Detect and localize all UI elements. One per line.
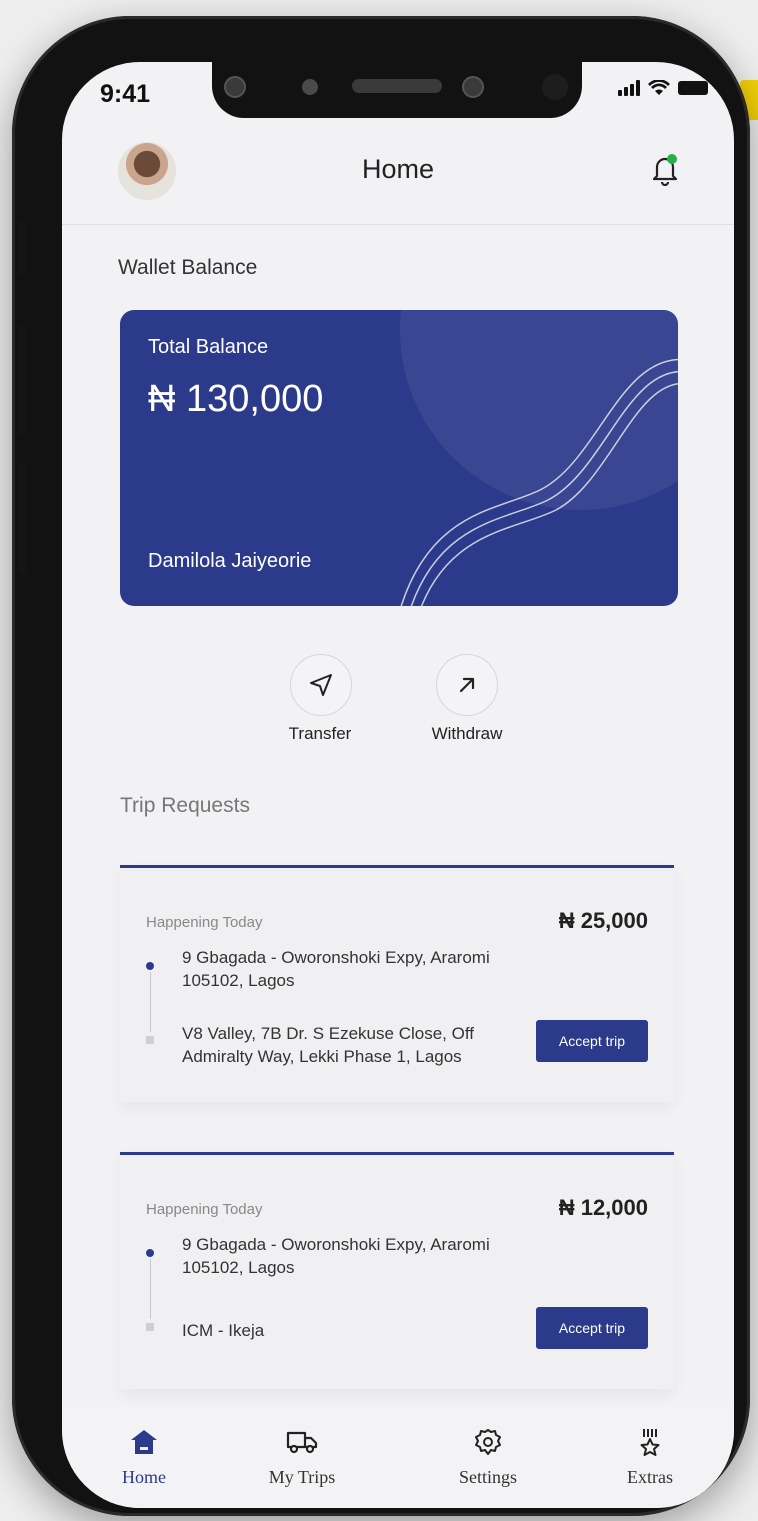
wifi-icon xyxy=(648,80,670,95)
pickup-address: 9 Gbagada - Oworonshoki Expy, Araromi 10… xyxy=(182,1235,490,1277)
trip-time: Happening Today xyxy=(146,914,263,931)
transfer-button[interactable] xyxy=(290,654,352,716)
card-wave-decoration xyxy=(400,358,678,606)
pickup-dot-icon xyxy=(146,962,154,970)
nav-item-my-trips[interactable]: My Trips xyxy=(242,1427,362,1488)
battery-icon xyxy=(678,81,708,95)
send-icon xyxy=(310,674,332,696)
status-icons xyxy=(618,80,708,96)
proximity-sensor-icon xyxy=(302,79,318,95)
volume-up-button xyxy=(18,326,26,436)
signal-icon xyxy=(618,80,640,96)
nav-item-extras[interactable]: Extras xyxy=(590,1427,710,1488)
notch xyxy=(212,62,582,118)
dropoff-address: ICM - Ikeja xyxy=(182,1321,265,1340)
trip-card[interactable]: Happening Today ₦ 12,000 9 Gbagada - Owo… xyxy=(120,1152,674,1389)
app-header: Home xyxy=(62,132,734,225)
dropoff-square-icon xyxy=(146,1323,154,1331)
notification-badge xyxy=(667,154,677,164)
sensor-icon xyxy=(224,76,246,98)
nav-label: Extras xyxy=(627,1467,673,1487)
arrow-up-right-icon xyxy=(459,677,475,693)
trips-section-label: Trip Requests xyxy=(120,794,250,817)
front-camera-icon xyxy=(462,76,484,98)
balance-card: Total Balance ₦ 130,000 Damilola Jaiyeor… xyxy=(120,310,678,606)
nav-label: Settings xyxy=(458,1467,517,1487)
trip-card[interactable]: Happening Today ₦ 25,000 9 Gbagada - Owo… xyxy=(120,865,674,1102)
card-label: Total Balance xyxy=(148,336,269,358)
medal-icon xyxy=(640,1429,660,1456)
dropoff-address: V8 Valley, 7B Dr. S Ezekuse Close, Off A… xyxy=(182,1024,474,1066)
withdraw-label: Withdraw xyxy=(431,724,503,743)
dropoff-square-icon xyxy=(146,1036,154,1044)
status-time: 9:41 xyxy=(100,80,151,108)
home-icon xyxy=(131,1430,157,1454)
trip-price: ₦ 12,000 xyxy=(558,1195,648,1220)
mute-switch xyxy=(18,220,26,276)
accept-trip-button[interactable]: Accept trip xyxy=(536,1020,648,1062)
page-title: Home xyxy=(361,154,435,184)
route-line xyxy=(150,972,151,1032)
volume-down-button xyxy=(18,464,26,574)
nav-label: Home xyxy=(122,1467,166,1487)
transfer-label: Transfer xyxy=(288,724,352,743)
withdraw-button[interactable] xyxy=(436,654,498,716)
phone-frame: 9:41 Home Wallet Balance Total Balance ₦… xyxy=(12,16,750,1516)
bottom-nav: Home My Trips Settings Extras xyxy=(62,1407,734,1508)
app-screen: 9:41 Home Wallet Balance Total Balance ₦… xyxy=(62,62,734,1508)
nav-item-home[interactable]: Home xyxy=(84,1427,204,1488)
device-mockup: 9:41 Home Wallet Balance Total Balance ₦… xyxy=(0,0,758,1521)
balance-amount: ₦ 130,000 xyxy=(148,378,324,420)
pickup-address: 9 Gbagada - Oworonshoki Expy, Araromi 10… xyxy=(182,948,490,990)
accept-trip-button[interactable]: Accept trip xyxy=(536,1307,648,1349)
wallet-section-label: Wallet Balance xyxy=(118,256,258,279)
nav-label: My Trips xyxy=(268,1467,336,1487)
nav-item-settings[interactable]: Settings xyxy=(428,1427,548,1488)
gear-icon xyxy=(475,1429,501,1455)
speaker-grille xyxy=(352,79,442,93)
trip-time: Happening Today xyxy=(146,1201,263,1218)
route-line xyxy=(150,1259,151,1319)
camera-lens-icon xyxy=(542,74,568,100)
card-holder-name: Damilola Jaiyeorie xyxy=(148,550,312,572)
pickup-dot-icon xyxy=(146,1249,154,1257)
truck-icon xyxy=(286,1431,318,1454)
trip-price: ₦ 25,000 xyxy=(558,908,648,933)
